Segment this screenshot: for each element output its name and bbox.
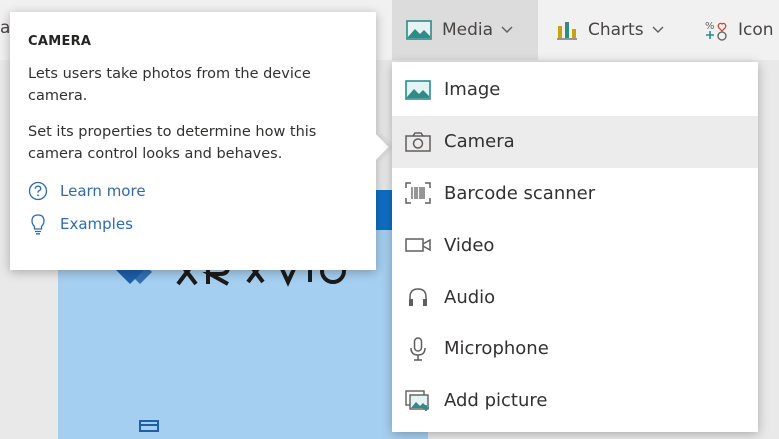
bar-chart-icon (556, 20, 578, 40)
menu-item-image[interactable]: Image (392, 64, 758, 116)
media-label: Media (442, 20, 494, 40)
lightbulb-icon (28, 213, 50, 235)
chevron-down-icon (652, 26, 664, 34)
microphone-icon (404, 337, 432, 361)
tooltip-title: CAMERA (28, 34, 92, 49)
media-dropdown-menu: Image Camera Barcode scanner Video Audio… (392, 62, 758, 432)
tooltip-description: Lets users take photos from the device c… (28, 66, 311, 104)
menu-item-audio[interactable]: Audio (392, 271, 758, 323)
icons-label: Icon (738, 20, 774, 40)
menu-item-label: Barcode scanner (444, 182, 596, 204)
menu-item-camera[interactable]: Camera (392, 115, 758, 168)
menu-item-label: Video (444, 234, 495, 256)
tooltip-details: Set its properties to determine how this… (28, 124, 317, 162)
menu-item-barcode-scanner[interactable]: Barcode scanner (392, 168, 758, 220)
menu-item-add-picture[interactable]: Add picture (392, 375, 758, 427)
charts-button[interactable]: Charts (556, 0, 686, 60)
chevron-down-icon (501, 26, 513, 34)
camera-icon (404, 131, 432, 152)
media-button[interactable]: Media (392, 0, 538, 60)
learn-more-label: Learn more (60, 182, 146, 200)
image-icon (404, 80, 432, 100)
svg-text:%: % (705, 21, 715, 32)
menu-item-label: Image (444, 79, 501, 101)
learn-more-link[interactable]: Learn more (28, 181, 358, 201)
menu-item-label: Camera (444, 131, 515, 153)
menu-item-label: Add picture (444, 390, 548, 412)
barcode-icon (404, 182, 432, 205)
add-picture-icon (404, 389, 432, 412)
image-icon (406, 20, 432, 40)
menu-item-video[interactable]: Video (392, 219, 758, 271)
examples-label: Examples (60, 215, 133, 233)
shapes-icon: % (704, 19, 728, 41)
camera-info-tooltip: CAMERA Lets users take photos from the d… (10, 12, 389, 270)
tooltip-pointer (363, 134, 389, 160)
help-icon (28, 181, 50, 201)
video-icon (404, 236, 432, 254)
menu-item-label: Audio (444, 286, 496, 308)
icons-button[interactable]: % Icon (704, 0, 779, 60)
menu-item-label: Microphone (444, 338, 549, 360)
headphones-icon (404, 286, 432, 308)
charts-label: Charts (588, 20, 644, 40)
menu-item-microphone[interactable]: Microphone (392, 323, 758, 375)
examples-link[interactable]: Examples (28, 213, 358, 235)
tray-icon (138, 418, 160, 437)
